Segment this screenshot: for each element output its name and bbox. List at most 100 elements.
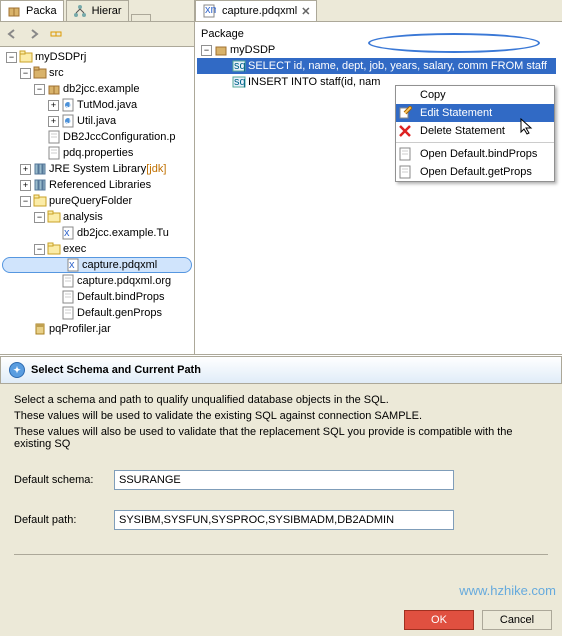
link-icon: [50, 28, 62, 40]
srcfolder-icon: [33, 66, 47, 80]
tree-item[interactable]: +Referenced Libraries: [2, 177, 192, 193]
menu-item[interactable]: Open Default.getProps: [396, 163, 554, 181]
cancel-button[interactable]: Cancel: [482, 610, 552, 630]
library-icon: [33, 162, 47, 176]
file-icon: [398, 147, 412, 161]
menu-item[interactable]: Delete Statement: [396, 122, 554, 140]
expander-icon[interactable]: −: [20, 68, 31, 79]
sql-icon: sql: [232, 59, 246, 73]
editor-tabs: xml capture.pdqxml ✕: [195, 0, 562, 22]
tab-blank[interactable]: [131, 14, 151, 21]
tree-item[interactable]: − db2jcc.example: [2, 81, 192, 97]
tree-item-label: capture.pdqxml: [82, 259, 157, 271]
close-icon[interactable]: ✕: [301, 5, 310, 18]
tree-item-label: Util.java: [77, 115, 116, 127]
tree-item[interactable]: xcapture.pdqxml: [2, 257, 192, 273]
tab-label: Packa: [26, 5, 57, 17]
xml-icon: x: [61, 226, 75, 240]
java-icon: J: [61, 114, 75, 128]
tree-item-label: pdq.properties: [63, 147, 133, 159]
dialog-body: Select a schema and path to qualify unqu…: [0, 384, 562, 565]
xml-icon: xml: [202, 4, 216, 18]
tree-item[interactable]: −exec: [2, 241, 192, 257]
svg-text:sql: sql: [234, 60, 246, 72]
sql-row[interactable]: − myDSDP: [201, 42, 556, 58]
editor-tab-capture[interactable]: xml capture.pdqxml ✕: [195, 0, 317, 21]
tree-item-label: capture.pdqxml.org: [77, 275, 171, 287]
link-button[interactable]: [47, 25, 65, 43]
tree-item[interactable]: − myDSDPrj: [2, 49, 192, 65]
schema-input[interactable]: [114, 470, 454, 490]
tree-item[interactable]: Default.bindProps: [2, 289, 192, 305]
hierarchy-icon: [73, 4, 87, 18]
tree-item[interactable]: +JTutMod.java: [2, 97, 192, 113]
sql-tree[interactable]: − myDSDP sqlSELECT id, name, dept, job, ye…: [201, 42, 556, 90]
expander-icon[interactable]: +: [20, 164, 31, 175]
dialog-title-bar: ✦ Select Schema and Current Path: [0, 356, 562, 384]
tab-package-explorer[interactable]: Packa: [0, 0, 64, 21]
dialog-desc-3: These values will also be used to valida…: [14, 426, 548, 450]
expander-icon[interactable]: −: [201, 45, 212, 56]
tree-item[interactable]: xdb2jcc.example.Tu: [2, 225, 192, 241]
file-icon: [61, 274, 75, 288]
dialog-desc-1: Select a schema and path to qualify unqu…: [14, 394, 548, 406]
schema-label: Default schema:: [14, 474, 114, 486]
tree-item-label: JRE System Library: [49, 163, 146, 175]
tree-item[interactable]: pqProfiler.jar: [2, 321, 192, 337]
tree-item[interactable]: −analysis: [2, 209, 192, 225]
path-input[interactable]: [114, 510, 454, 530]
package-explorer-pane: Packa Hierar −myDSDPrj−src−db2jcc.exampl…: [0, 0, 195, 354]
expander-icon[interactable]: +: [20, 180, 31, 191]
tree-item-label: db2jcc.example: [63, 83, 139, 95]
tree-item[interactable]: − src: [2, 65, 192, 81]
file-icon: [61, 306, 75, 320]
tree-item-label: Default.bindProps: [77, 291, 164, 303]
tree-item-label: src: [49, 67, 64, 79]
back-button[interactable]: [3, 25, 21, 43]
sql-text: INSERT INTO staff(id, nam: [248, 76, 380, 88]
sql-text: SELECT id, name, dept, job, years, salar…: [248, 60, 547, 72]
tree-item-label: myDSDPrj: [35, 51, 86, 63]
dialog-divider: [14, 554, 548, 555]
tree-item[interactable]: pdq.properties: [2, 145, 192, 161]
expander-icon[interactable]: +: [48, 100, 59, 111]
info-icon: ✦: [9, 362, 25, 378]
menu-item-label: Delete Statement: [420, 125, 505, 137]
menu-item[interactable]: Open Default.bindProps: [396, 145, 554, 163]
tree-item[interactable]: DB2JccConfiguration.p: [2, 129, 192, 145]
tree-item[interactable]: +JRE System Library [jdk]: [2, 161, 192, 177]
tree-item[interactable]: Default.genProps: [2, 305, 192, 321]
file-icon: [47, 146, 61, 160]
folder-icon: [47, 242, 61, 256]
expander-icon[interactable]: −: [34, 212, 45, 223]
project-tree[interactable]: −myDSDPrj−src−db2jcc.example+JTutMod.jav…: [0, 47, 194, 354]
expander-icon[interactable]: −: [34, 244, 45, 255]
sql-row[interactable]: sqlSELECT id, name, dept, job, years, sa…: [197, 58, 556, 74]
dialog-buttons: OK Cancel: [404, 610, 552, 630]
folder-icon: [47, 210, 61, 224]
edit-icon: [398, 106, 412, 120]
forward-button[interactable]: [25, 25, 43, 43]
java-icon: J: [61, 98, 75, 112]
tab-label: Hierar: [92, 5, 122, 17]
expander-icon[interactable]: +: [48, 116, 59, 127]
expander-icon[interactable]: −: [20, 196, 31, 207]
folder-icon: [33, 194, 47, 208]
tree-item-label: TutMod.java: [77, 99, 137, 111]
package-header: Package: [201, 28, 556, 40]
tree-item[interactable]: +JUtil.java: [2, 113, 192, 129]
expander-icon[interactable]: −: [34, 84, 45, 95]
svg-text:x: x: [64, 227, 70, 239]
tab-hierarchy[interactable]: Hierar: [66, 0, 129, 21]
project-icon: [19, 50, 33, 64]
sql-text: myDSDP: [230, 44, 275, 56]
tree-item[interactable]: −pureQueryFolder: [2, 193, 192, 209]
left-tabs: Packa Hierar: [0, 0, 194, 22]
ok-button[interactable]: OK: [404, 610, 474, 630]
expander-icon[interactable]: −: [6, 52, 17, 63]
menu-item[interactable]: Copy: [396, 86, 554, 104]
tree-item[interactable]: capture.pdqxml.org: [2, 273, 192, 289]
menu-item[interactable]: Edit Statement: [396, 104, 554, 122]
svg-text:sql: sql: [234, 76, 246, 88]
menu-item-label: Edit Statement: [420, 107, 492, 119]
